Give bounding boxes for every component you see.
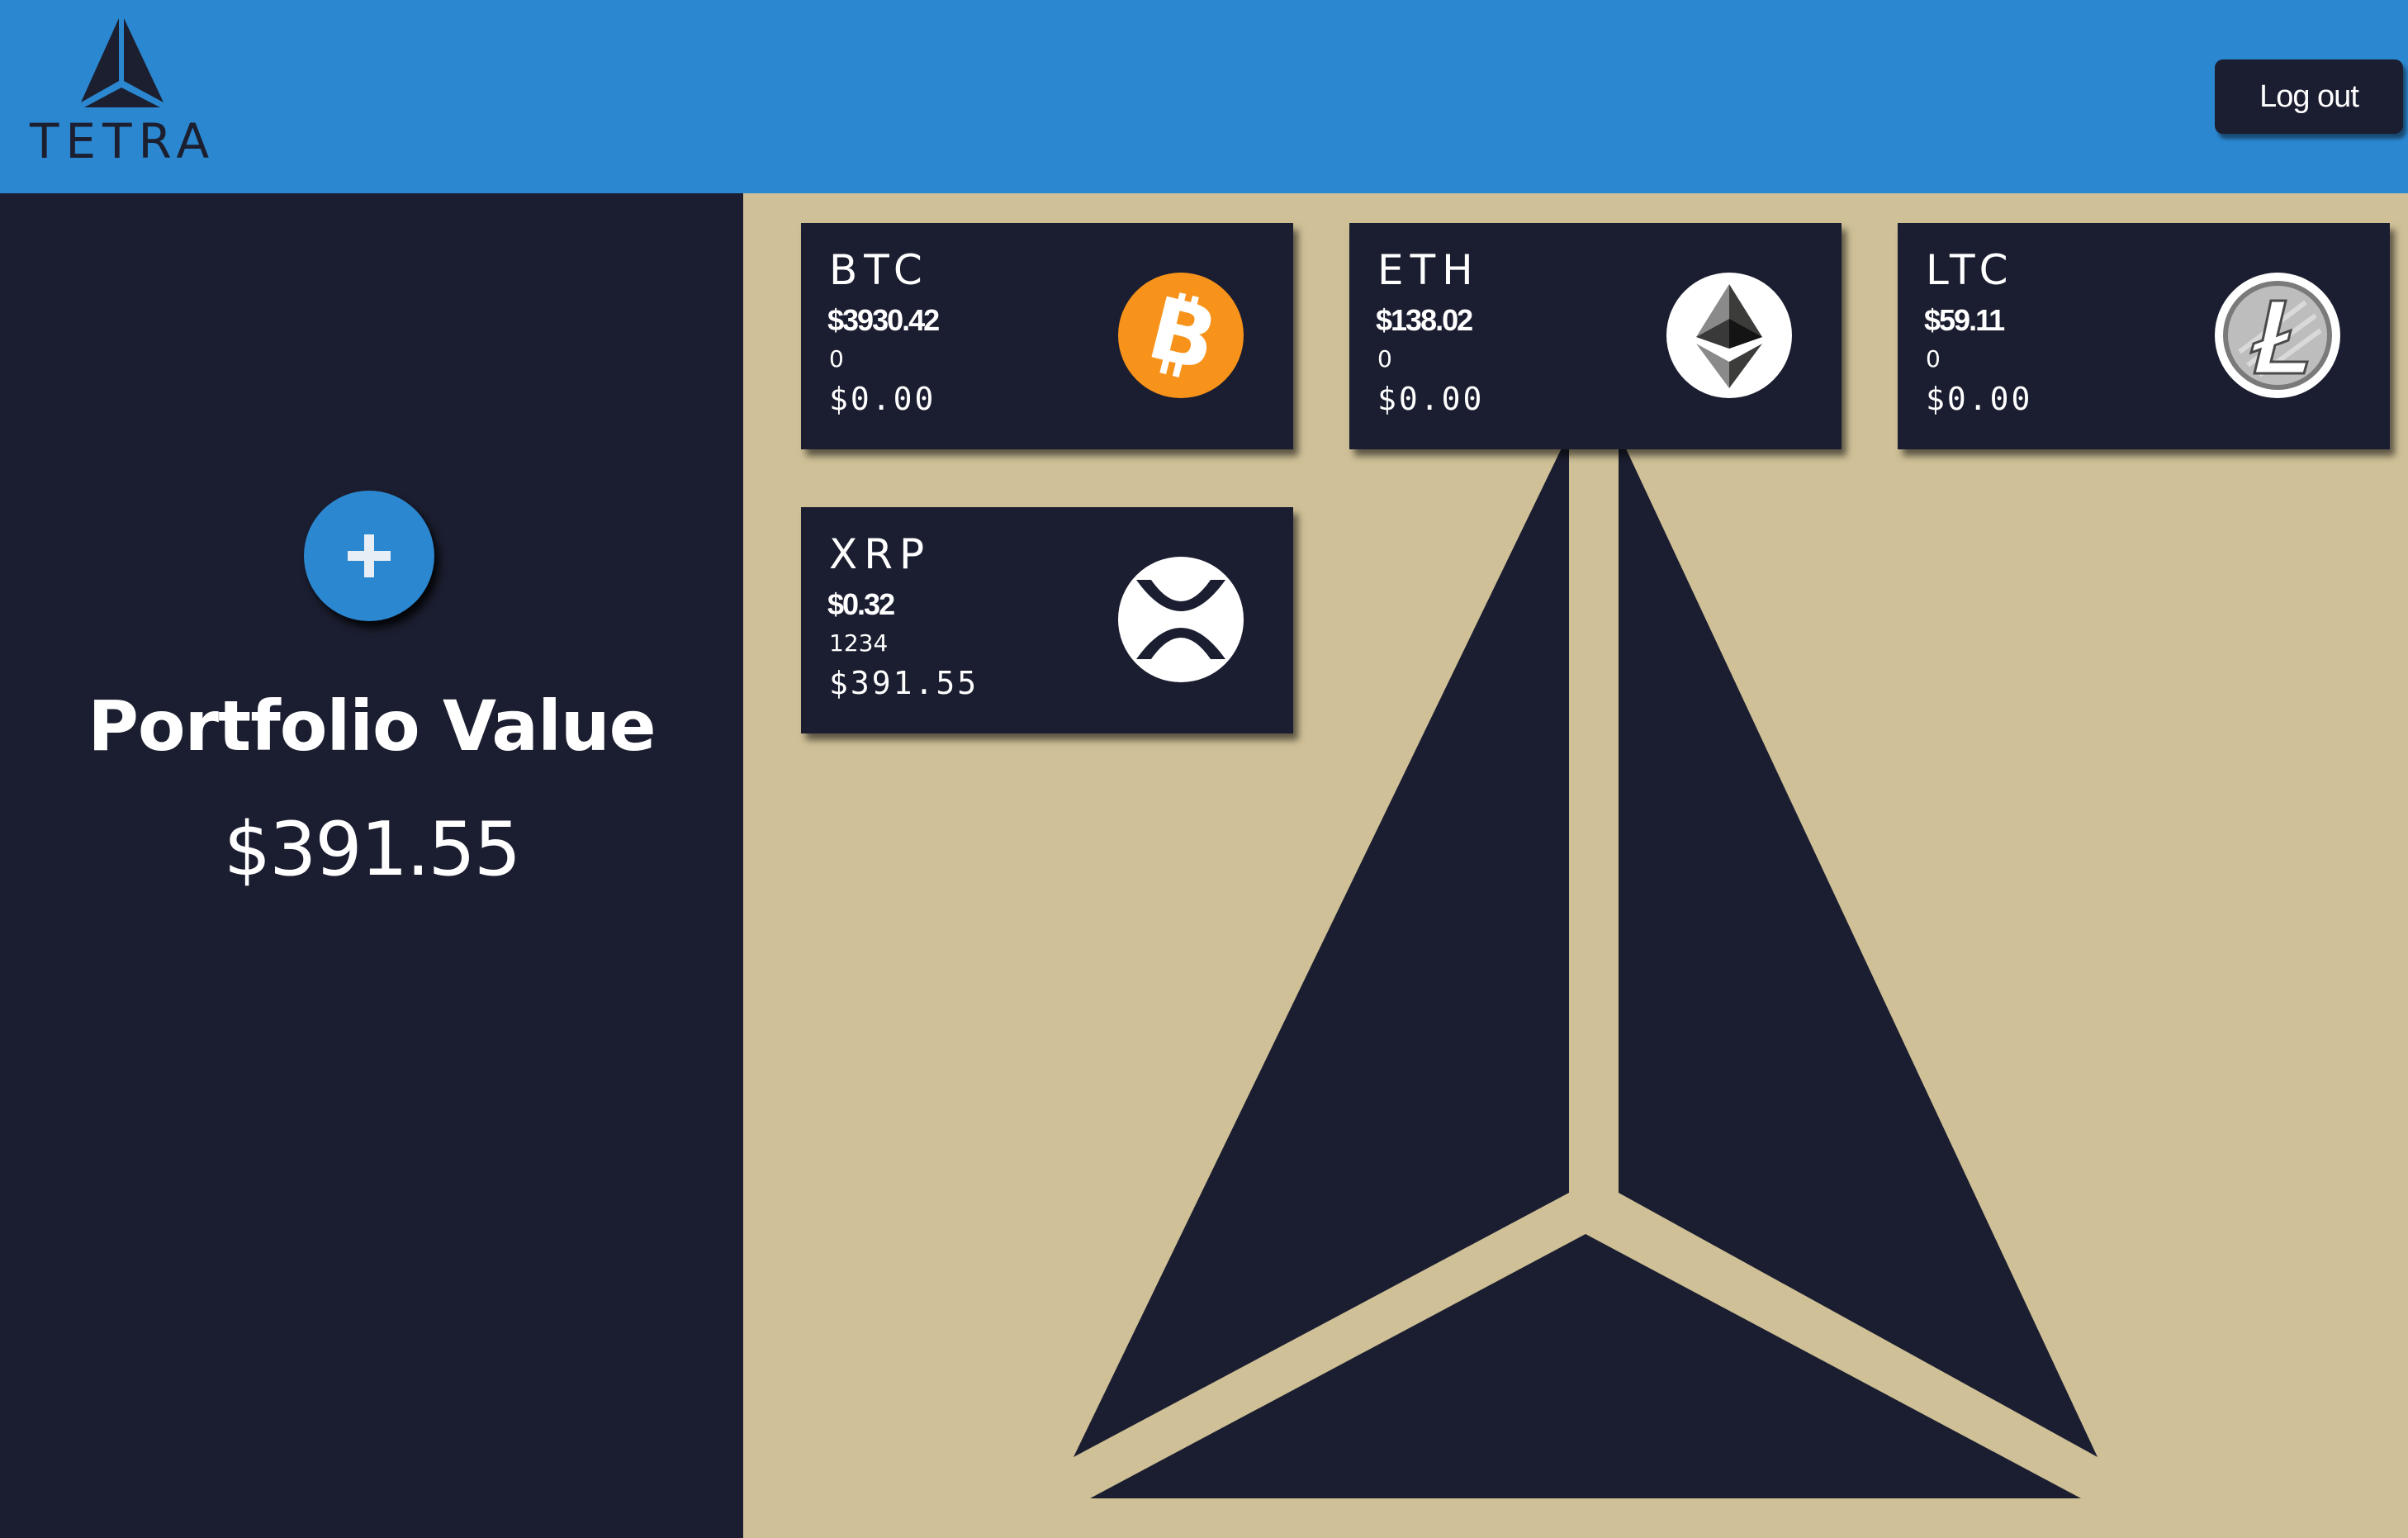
coin-holding-value: $0.00 — [1926, 381, 2033, 417]
xrp-icon — [1118, 557, 1244, 682]
portfolio-value-title: Portfolio Value — [88, 686, 656, 767]
coin-symbol: BTC — [829, 246, 929, 294]
sidebar: Portfolio Value $391.55 — [0, 193, 743, 1538]
coin-card-btc[interactable]: BTC $3930.42 0 $0.00 B — [801, 223, 1293, 449]
logo-text: TETRA — [30, 113, 216, 169]
coin-holding-value: $391.55 — [829, 665, 979, 701]
top-header: TETRA Log out — [0, 0, 2408, 193]
ethereum-icon — [1666, 273, 1792, 398]
portfolio-value-amount: $391.55 — [223, 806, 521, 893]
coin-price: $3930.42 — [827, 303, 940, 337]
plus-icon — [348, 534, 391, 577]
coin-price: $0.32 — [827, 587, 895, 621]
coin-quantity: 1234 — [829, 629, 889, 657]
coin-price: $138.02 — [1376, 303, 1473, 337]
add-coin-button[interactable] — [304, 491, 434, 621]
coin-card-eth[interactable]: ETH $138.02 0 $0.00 — [1349, 223, 1842, 449]
coin-symbol: XRP — [829, 530, 931, 578]
tetra-logo-icon — [81, 18, 164, 107]
litecoin-icon — [2215, 273, 2340, 398]
coin-quantity: 0 — [829, 345, 844, 373]
coin-card-xrp[interactable]: XRP $0.32 1234 $391.55 — [801, 507, 1293, 733]
coin-symbol: LTC — [1926, 246, 2015, 294]
coin-symbol: ETH — [1377, 246, 1480, 294]
coin-quantity: 0 — [1377, 345, 1392, 373]
coin-card-ltc[interactable]: LTC $59.11 0 $0.00 — [1898, 223, 2390, 449]
main-content: BTC $3930.42 0 $0.00 B ETH $138.02 0 $0.… — [743, 193, 2408, 1538]
coin-price: $59.11 — [1924, 303, 2005, 337]
coin-holding-value: $0.00 — [829, 381, 936, 417]
tetra-logo[interactable]: TETRA — [30, 18, 216, 169]
logout-button[interactable]: Log out — [2215, 59, 2403, 134]
coin-quantity: 0 — [1926, 345, 1941, 373]
coin-holding-value: $0.00 — [1377, 381, 1485, 417]
bitcoin-icon: B — [1118, 273, 1244, 398]
